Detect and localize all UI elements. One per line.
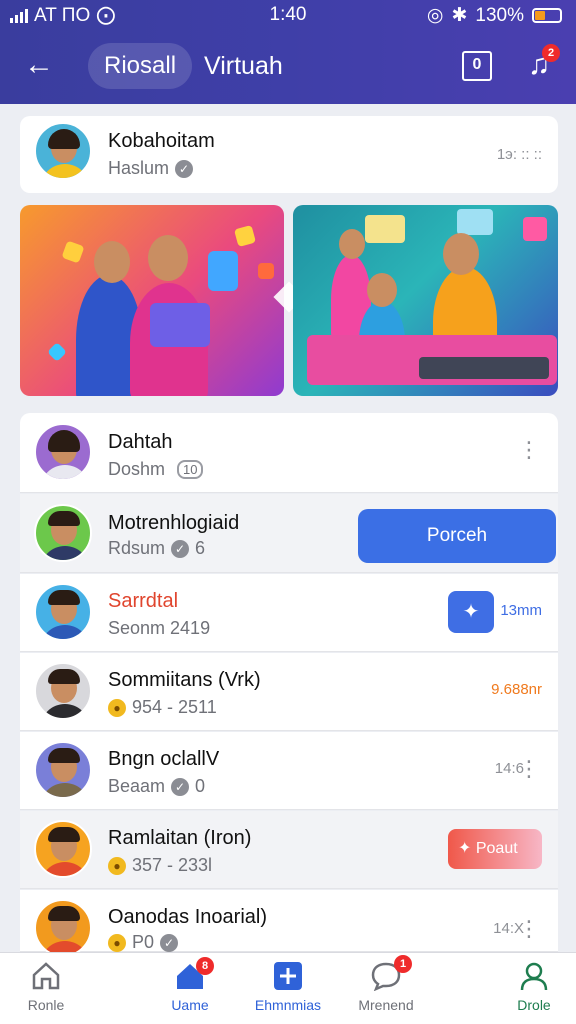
item-sub: Seonm 2419: [108, 618, 211, 638]
list-item[interactable]: Sarrdtal Seonm 2419 ✦ 13mm: [20, 574, 558, 652]
item-sub: P0: [132, 932, 155, 952]
item-sub: Beaam: [108, 776, 166, 796]
button-label: Poaut: [475, 840, 518, 857]
sparkle-icon[interactable]: ✦: [448, 591, 494, 633]
tab-virtuah[interactable]: Virtuah: [204, 43, 283, 89]
item-right: 13mm: [500, 602, 542, 619]
avatar: [34, 820, 92, 878]
item-count: 0: [195, 776, 206, 796]
nav-item-drole[interactable]: Drole: [484, 961, 576, 1013]
item-sub: Rdsum: [108, 538, 166, 558]
item-right: 9.688nr: [491, 681, 542, 698]
chat-bubble-icon: 1: [370, 955, 412, 992]
list-item[interactable]: Ramlaitan (Iron) ● 357 - 233l ✦ Poaut: [20, 811, 558, 889]
avatar: [34, 741, 92, 799]
bluetooth-icon: ✱: [451, 5, 468, 26]
coin-icon: ●: [108, 698, 126, 717]
bottom-navigation: Ronle 8 Uame Ehmnmias 1 Mrenend Drole: [0, 952, 576, 1024]
nav-item-ehmnmias[interactable]: Ehmnmias: [238, 961, 338, 1013]
nav-badge: 8: [196, 957, 214, 975]
item-name: Sarrdtal: [108, 590, 179, 612]
avatar: [34, 122, 92, 180]
music-badge: 2: [542, 44, 560, 62]
nav-item-uame[interactable]: 8 Uame: [140, 957, 240, 1013]
user-sub: Haslum: [108, 158, 170, 178]
list-item[interactable]: Sommiitans (Vrk) ● 954 - 2511 9.688nr: [20, 653, 558, 731]
item-sub: Doshm: [108, 459, 166, 479]
square-outline-icon[interactable]: 0: [462, 51, 492, 81]
tab-riosall[interactable]: Riosall: [88, 43, 193, 89]
nav-label: Mrenend: [358, 997, 414, 1013]
item-name: Dahtah: [108, 431, 173, 453]
battery-icon: [532, 8, 562, 23]
action-button[interactable]: ✦ Poaut: [448, 829, 542, 869]
status-bar: AT ΠO ⨀ 1:40 ◎ ✱ 130%: [0, 0, 576, 30]
avatar: [34, 583, 92, 641]
item-name: Bngn oclallV: [108, 748, 220, 770]
alarm-icon: ◎: [426, 5, 444, 26]
list-item[interactable]: Oanodas Inoarial) ● P0 ✓ 14:X ⋮: [20, 890, 558, 957]
item-name: Ramlaitan (Iron): [108, 827, 252, 849]
avatar: [34, 662, 92, 720]
more-options-icon[interactable]: ⋮: [518, 758, 540, 780]
nav-item-mrenend[interactable]: 1 Mrenend: [336, 955, 436, 1013]
home-filled-icon: 8: [174, 957, 214, 991]
verified-icon: ✓: [175, 159, 194, 178]
coin-icon: ●: [108, 856, 126, 875]
top-app-bar: AT ΠO ⨀ 1:40 ◎ ✱ 130% ← Riosall Virtuah …: [0, 0, 576, 104]
profile-icon: [518, 961, 550, 991]
battery-percent: 130%: [475, 4, 524, 26]
action-button[interactable]: Porceh: [358, 509, 556, 563]
home-outline-icon: [30, 961, 62, 991]
nav-badge: 1: [394, 955, 412, 973]
nav-label: Drole: [517, 997, 551, 1013]
nav-label: Uame: [171, 997, 209, 1013]
verified-icon: ✓: [171, 539, 190, 558]
verified-icon: ✓: [171, 777, 190, 796]
more-options-icon[interactable]: ⋮: [518, 918, 540, 940]
nav-label: Ronle: [27, 997, 65, 1013]
nav-row: ← Riosall Virtuah 0 ♫ 2: [0, 40, 576, 92]
user-name: Kobahoitam: [108, 130, 215, 152]
promo-banner-left[interactable]: [20, 205, 284, 396]
coin-icon: ●: [108, 933, 126, 952]
item-name: Sommiitans (Vrk): [108, 669, 261, 691]
promo-banner-right[interactable]: [293, 205, 558, 396]
top-user-card[interactable]: Kobahoitam Haslum ✓ 1э: :: ::: [20, 116, 558, 193]
list-item[interactable]: Bngn oclallV Beaam ✓ 0 14:6 ⋮: [20, 732, 558, 810]
item-count: 6: [195, 538, 206, 558]
avatar: [34, 423, 92, 481]
nav-label: Ehmnmias: [254, 997, 322, 1013]
avatar: [34, 899, 92, 957]
item-name: Motrenhlogiaid: [108, 512, 240, 534]
item-name: Oanodas Inoarial): [108, 906, 267, 928]
list-item[interactable]: Motrenhlogiaid Rdsum ✓ 6 Porceh: [20, 494, 558, 573]
music-note-icon[interactable]: ♫ 2: [522, 44, 560, 82]
item-sub: 357 - 233l: [132, 855, 213, 875]
list-item[interactable]: Dahtah Doshm 10 ⋮: [20, 413, 558, 493]
avatar: [34, 504, 92, 562]
meta-text: 1э: :: ::: [496, 146, 542, 163]
back-arrow-icon[interactable]: ←: [22, 48, 56, 82]
nav-item-ronle[interactable]: Ronle: [0, 961, 96, 1013]
more-options-icon[interactable]: ⋮: [518, 439, 540, 461]
verified-icon: ✓: [160, 933, 179, 952]
item-sub: 954 - 2511: [132, 697, 217, 717]
plus-square-icon: [272, 961, 304, 991]
count-chip: 10: [177, 460, 204, 479]
